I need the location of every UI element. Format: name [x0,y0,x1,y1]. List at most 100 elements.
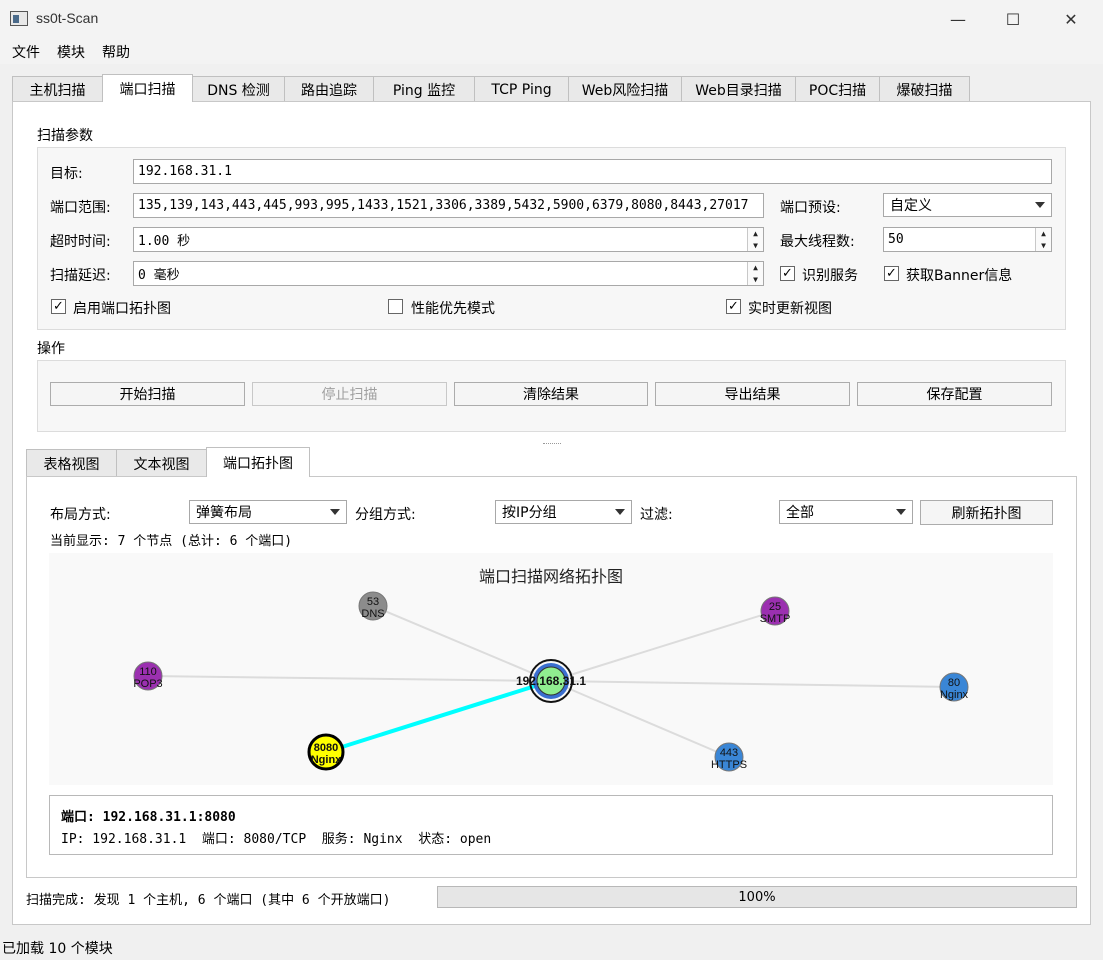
enable-topology-checkbox[interactable]: ✓ [51,299,66,314]
enable-topology-label: 启用端口拓扑图 [73,301,171,317]
host-node[interactable]: 192.168.31.1 [516,659,586,703]
port-node-service: SMTP [760,613,791,625]
layout-select[interactable]: 弹簧布局 [189,500,347,524]
stop-scan-button[interactable]: 停止扫描 [252,382,447,406]
timeout-spinbox[interactable]: 1.00 秒 ▲ ▼ [133,227,764,252]
port-node-port: 110 [139,666,157,678]
scan-result-text: 扫描完成: 发现 1 个主机, 6 个端口 (其中 6 个开放端口) [26,893,391,908]
close-button[interactable]: ✕ [1042,0,1100,38]
max-threads-spinbox[interactable]: 50 ▲ ▼ [883,227,1052,252]
port-node-25[interactable]: 25SMTP [760,596,791,626]
realtime-label: 实时更新视图 [748,301,832,317]
timeout-value: 1.00 秒 [138,234,191,249]
chevron-down-icon [896,509,906,515]
progress-text: 100% [738,889,776,905]
start-scan-button[interactable]: 开始扫描 [50,382,245,406]
max-threads-value: 50 [888,232,904,247]
port-node-service: Nginx [311,754,342,766]
port-node-service: HTTPS [711,759,747,771]
port-range-label: 端口范围: [50,200,111,216]
chevron-down-icon [615,509,625,515]
topology-summary: 当前显示: 7 个节点 (总计: 6 个端口) [50,534,293,549]
target-label: 目标: [50,166,83,182]
tab-host-scan[interactable]: 主机扫描 [12,76,103,102]
port-node-service: DNS [361,608,384,620]
tab-text-view[interactable]: 文本视图 [116,449,207,477]
tab-poc[interactable]: POC扫描 [795,76,880,102]
topology-edge [550,680,955,688]
group-value: 按IP分组 [502,505,557,521]
tab-traceroute[interactable]: 路由追踪 [284,76,374,102]
menu-modules[interactable]: 模块 [57,42,85,62]
topology-edge [147,675,552,682]
menu-help[interactable]: 帮助 [102,42,130,62]
menu-bar [0,38,1103,64]
realtime-checkbox[interactable]: ✓ [726,299,741,314]
filter-select[interactable]: 全部 [779,500,913,524]
topology-edge [550,680,730,758]
scan-params-title: 扫描参数 [37,128,93,144]
target-input[interactable]: 192.168.31.1 [133,159,1052,184]
tab-tcp-ping[interactable]: TCP Ping [474,76,569,102]
tab-brute[interactable]: 爆破扫描 [879,76,970,102]
port-preset-select[interactable]: 自定义 [883,193,1052,217]
save-config-button[interactable]: 保存配置 [857,382,1052,406]
port-node-port: 53 [367,596,379,608]
tab-port-scan[interactable]: 端口扫描 [102,74,193,102]
topology-edge [325,679,552,754]
export-results-button[interactable]: 导出结果 [655,382,850,406]
port-node-110[interactable]: 110POP3 [133,661,163,691]
tab-dns[interactable]: DNS 检测 [192,76,285,102]
actions-title: 操作 [37,341,65,357]
port-info-title: 端口: 192.168.31.1:8080 [61,810,236,825]
port-preset-value: 自定义 [890,198,932,214]
group-select[interactable]: 按IP分组 [495,500,632,524]
menu-file[interactable]: 文件 [12,42,40,62]
tab-topology-view[interactable]: 端口拓扑图 [206,447,310,477]
port-preset-label: 端口预设: [780,200,841,216]
port-range-input[interactable]: 135,139,143,443,445,993,995,1433,1521,33… [133,193,764,218]
banner-checkbox[interactable]: ✓ [884,266,899,281]
graph-title: 端口扫描网络拓扑图 [479,567,623,586]
delay-spinbox[interactable]: 0 毫秒 ▲ ▼ [133,261,764,286]
refresh-topology-button[interactable]: 刷新拓扑图 [920,500,1053,525]
delay-value: 0 毫秒 [138,268,180,283]
tab-table-view[interactable]: 表格视图 [26,449,117,477]
port-node-service: Nginx [940,689,969,701]
port-node-service: POP3 [133,678,162,690]
minimize-button[interactable]: — [929,0,987,38]
spin-arrows-icon[interactable]: ▲ ▼ [747,262,763,285]
host-node-label: 192.168.31.1 [516,674,586,688]
port-node-53[interactable]: 53DNS [358,591,388,621]
port-node-port: 8080 [314,742,338,754]
topology-graph[interactable]: 端口扫描网络拓扑图 53 DNS 25 SMTP 110 POP3 80 Nginx 8080 N… [49,553,1053,785]
splitter-handle[interactable] [543,443,561,445]
chevron-down-icon [330,509,340,515]
perf-mode-checkbox[interactable] [388,299,403,314]
chevron-down-icon [1035,202,1045,208]
layout-value: 弹簧布局 [196,505,252,521]
port-node-8080[interactable]: 8080Nginx [307,733,345,771]
max-threads-label: 最大线程数: [780,234,855,250]
identify-service-checkbox[interactable]: ✓ [780,266,795,281]
identify-service-label: 识别服务 [802,268,858,284]
clear-results-button[interactable]: 清除结果 [454,382,648,406]
banner-label: 获取Banner信息 [906,268,1013,284]
filter-value: 全部 [786,505,814,521]
timeout-label: 超时时间: [50,234,111,250]
tab-ping-monitor[interactable]: Ping 监控 [373,76,475,102]
window-title: ss0t-Scan [36,10,99,26]
spin-arrows-icon[interactable]: ▲ ▼ [747,228,763,251]
port-node-port: 443 [720,747,738,759]
spin-arrows-icon[interactable]: ▲ ▼ [1035,228,1051,251]
port-node-port: 80 [948,677,960,689]
tab-web-risk[interactable]: Web风险扫描 [568,76,682,102]
topology-edge [372,605,552,682]
port-info-box: 端口: 192.168.31.1:8080 IP: 192.168.31.1 端… [49,795,1053,855]
port-node-80[interactable]: 80Nginx [939,672,969,702]
port-node-443[interactable]: 443HTTPS [711,742,747,772]
layout-label: 布局方式: [50,507,111,523]
maximize-button[interactable]: ☐ [984,0,1042,38]
tab-web-dir[interactable]: Web目录扫描 [681,76,796,102]
topology-svg[interactable]: 端口扫描网络拓扑图 53DNS25SMTP110POP3 80Nginx8080N… [49,553,1053,785]
